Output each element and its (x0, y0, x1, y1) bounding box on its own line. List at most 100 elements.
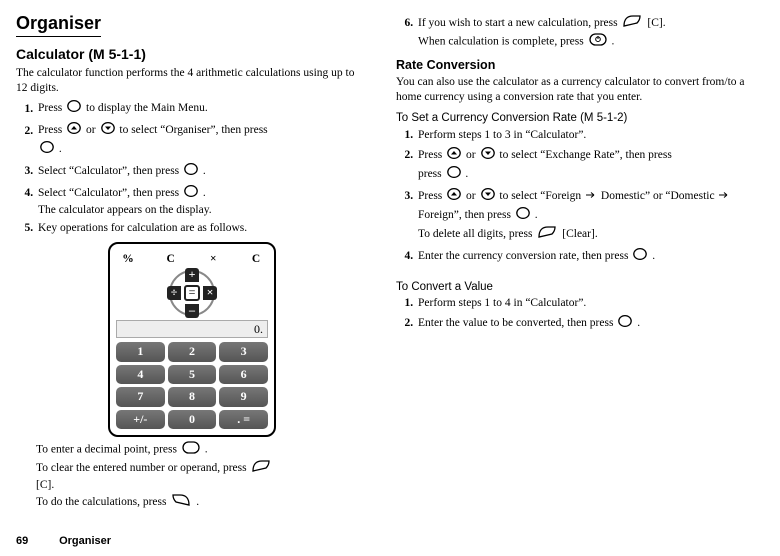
keypad-key: 6 (219, 365, 268, 385)
keypad-key: 9 (219, 387, 268, 407)
keypad-key: 7 (116, 387, 165, 407)
center-key-icon (633, 247, 647, 266)
text: to select “Foreign (499, 190, 584, 202)
cross-left: ÷ (167, 286, 181, 300)
text: . (637, 317, 640, 329)
text: Enter the value to be converted, then pr… (418, 317, 616, 329)
calc-top-cell: % (116, 250, 140, 268)
subnote-decimal: To enter a decimal point, press . (36, 441, 368, 459)
menu-code: (M 5-1-2) (580, 112, 627, 124)
end-key-icon (589, 33, 607, 51)
page-number: 69 (16, 534, 56, 548)
keypad-key: 3 (219, 342, 268, 362)
text: Enter the currency conversion rate, then… (418, 250, 631, 262)
section-heading-calculator: Calculator (M 5-1-1) (16, 45, 368, 63)
subheading-convert-value: To Convert a Value (396, 280, 748, 295)
keypad-key: 1 (116, 342, 165, 362)
cross-up: + (185, 268, 199, 282)
section-heading-rate-conversion: Rate Conversion (396, 57, 748, 73)
center-key-icon (40, 140, 54, 159)
center-key-icon (184, 162, 198, 181)
text: . (465, 168, 468, 180)
subnote-calculate: To do the calculations, press . (36, 493, 368, 512)
down-key-icon (101, 121, 115, 140)
text: . (59, 143, 62, 155)
text: [C]. (36, 479, 54, 491)
keypad-key: 4 (116, 365, 165, 385)
center-key-icon (67, 99, 81, 118)
text: To clear the entered number or operand, … (36, 462, 249, 474)
text: to select “Organiser”, then press (119, 125, 267, 137)
page-footer: 69 Organiser (16, 534, 111, 548)
subheading-label: To Set a Currency Conversion Rate (396, 112, 577, 124)
convert-step-2: Enter the value to be converted, then pr… (416, 314, 748, 333)
calc-top-cell: C (244, 250, 268, 268)
calc-top-cell: × (201, 250, 225, 268)
center-key-icon (516, 206, 530, 225)
up-key-icon (447, 146, 461, 165)
keypad-key: 2 (168, 342, 217, 362)
right-column: If you wish to start a new calculation, … (396, 12, 748, 514)
up-key-icon (67, 121, 81, 140)
text: If you wish to start a new calculation, … (418, 17, 620, 29)
text: To delete all digits, press (418, 228, 535, 240)
pill-key-icon (182, 441, 200, 459)
text: . (203, 165, 206, 177)
text: Press (418, 149, 445, 161)
calc-keypad: 1 2 3 4 5 6 7 8 9 +/- 0 . = (116, 342, 268, 429)
down-key-icon (481, 187, 495, 206)
set-rate-step-4: Enter the currency conversion rate, then… (416, 247, 748, 266)
calc-subnotes: To enter a decimal point, press . To cle… (36, 441, 368, 512)
keypad-key: 0 (168, 410, 217, 430)
center-key-icon (447, 165, 461, 184)
text: . (205, 444, 208, 456)
set-rate-step-3: Press or to select “Foreign Domestic” or… (416, 187, 748, 244)
soft-right-key-icon (537, 225, 557, 244)
text: Select “Calculator”, then press (38, 165, 182, 177)
calc-display: 0. (116, 320, 268, 338)
calculator-steps: Press to display the Main Menu. Press or… (16, 99, 368, 236)
cross-center: = (184, 285, 200, 301)
step-2: Press or to select “Organiser”, then pre… (36, 121, 368, 159)
text: . (611, 36, 614, 48)
text: To enter a decimal point, press (36, 444, 180, 456)
text: or (86, 125, 98, 137)
heading-label: Calculator (16, 46, 84, 62)
cross-down: – (185, 304, 199, 318)
keypad-key: . = (219, 410, 268, 430)
down-key-icon (481, 146, 495, 165)
calc-nav-cross: + – ÷ × = (169, 270, 215, 316)
cross-right: × (203, 286, 217, 300)
calculator-steps-continued: If you wish to start a new calculation, … (396, 14, 748, 51)
text: [Clear]. (562, 228, 597, 240)
intro-text: The calculator function performs the 4 a… (16, 66, 368, 96)
calculator-illustration: % C × C + – ÷ × = 0. 1 2 3 4 5 6 7 (108, 242, 276, 437)
set-rate-step-1: Perform steps 1 to 3 in “Calculator”. (416, 128, 748, 143)
step-1: Press to display the Main Menu. (36, 99, 368, 118)
subnote-clear: To clear the entered number or operand, … (36, 459, 368, 493)
step-4-note: The calculator appears on the display. (38, 203, 368, 218)
text: Press (38, 125, 65, 137)
text: Select “Calculator”, then press (38, 187, 182, 199)
text: . (203, 187, 206, 199)
keypad-key: +/- (116, 410, 165, 430)
soft-left-key-icon (171, 493, 191, 512)
step-3: Select “Calculator”, then press . (36, 162, 368, 181)
calc-top-row: % C × C (116, 250, 268, 268)
text: When calculation is complete, press (418, 36, 587, 48)
rate-conversion-intro: You can also use the calculator as a cur… (396, 75, 748, 105)
left-column: Organiser Calculator (M 5-1-1) The calcu… (16, 12, 368, 514)
keypad-key: 8 (168, 387, 217, 407)
text: To do the calculations, press (36, 496, 169, 508)
text: or (466, 190, 478, 202)
step-6: If you wish to start a new calculation, … (416, 14, 748, 51)
text: or (466, 149, 478, 161)
step-4: Select “Calculator”, then press . The ca… (36, 184, 368, 218)
page-section: Organiser (59, 535, 111, 547)
text: Domestic” or “Domestic (601, 190, 718, 202)
calc-top-cell: C (159, 250, 183, 268)
menu-code: (M 5-1-1) (88, 46, 146, 62)
arrow-right-icon (719, 189, 729, 204)
soft-right-key-icon (251, 459, 271, 478)
text: . (652, 250, 655, 262)
